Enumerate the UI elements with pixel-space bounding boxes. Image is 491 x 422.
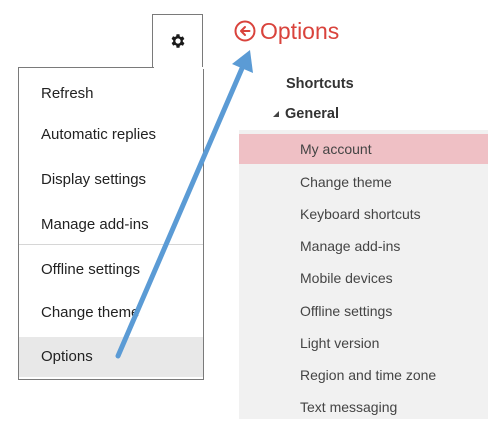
page-title: Options — [260, 18, 340, 44]
triangle-expanded-icon[interactable] — [272, 110, 280, 118]
nav-item-offline-settings[interactable]: Offline settings — [239, 296, 488, 326]
gear-icon[interactable] — [169, 32, 187, 50]
nav-item-my-account[interactable]: My account — [239, 134, 488, 164]
menu-tab-joiner — [154, 67, 204, 69]
menu-item-offline-settings[interactable]: Offline settings — [19, 250, 203, 290]
nav-item-manage-add-ins[interactable]: Manage add-ins — [239, 231, 488, 261]
nav-item-mobile-devices[interactable]: Mobile devices — [239, 263, 488, 293]
settings-gear-tab[interactable] — [152, 14, 203, 68]
menu-item-display-settings[interactable]: Display settings — [19, 160, 203, 200]
nav-item-change-theme[interactable]: Change theme — [239, 167, 488, 197]
nav-item-light-version[interactable]: Light version — [239, 328, 488, 358]
menu-separator — [19, 244, 203, 245]
nav-general-group[interactable]: General — [272, 106, 339, 122]
menu-item-refresh[interactable]: Refresh — [19, 74, 203, 114]
menu-item-options[interactable]: Options — [19, 337, 203, 377]
options-header: Options — [234, 14, 339, 48]
nav-general-label: General — [285, 106, 339, 122]
menu-item-manage-add-ins[interactable]: Manage add-ins — [19, 205, 203, 245]
settings-dropdown-menu: Refresh Automatic replies Display settin… — [18, 67, 204, 380]
menu-item-automatic-replies[interactable]: Automatic replies — [19, 115, 203, 155]
circle-arrow-left-icon[interactable] — [234, 20, 256, 42]
nav-item-region-and-time-zone[interactable]: Region and time zone — [239, 360, 488, 390]
nav-item-keyboard-shortcuts[interactable]: Keyboard shortcuts — [239, 199, 488, 229]
nav-item-text-messaging[interactable]: Text messaging — [239, 392, 488, 422]
nav-shortcuts[interactable]: Shortcuts — [286, 76, 354, 92]
menu-item-change-theme[interactable]: Change theme — [19, 293, 203, 333]
